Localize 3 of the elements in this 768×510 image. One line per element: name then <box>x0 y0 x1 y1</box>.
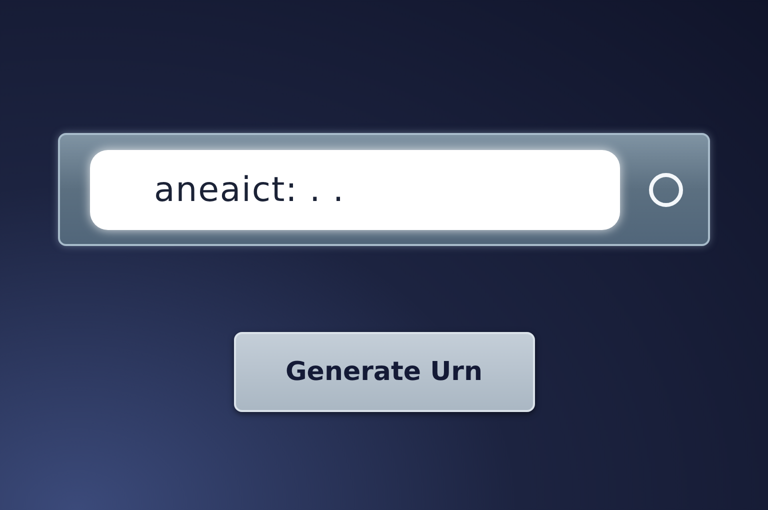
circle-icon[interactable] <box>648 172 684 208</box>
generate-button[interactable]: Generate Urn <box>234 332 534 412</box>
input-field[interactable]: aneaict: . . <box>90 150 620 230</box>
